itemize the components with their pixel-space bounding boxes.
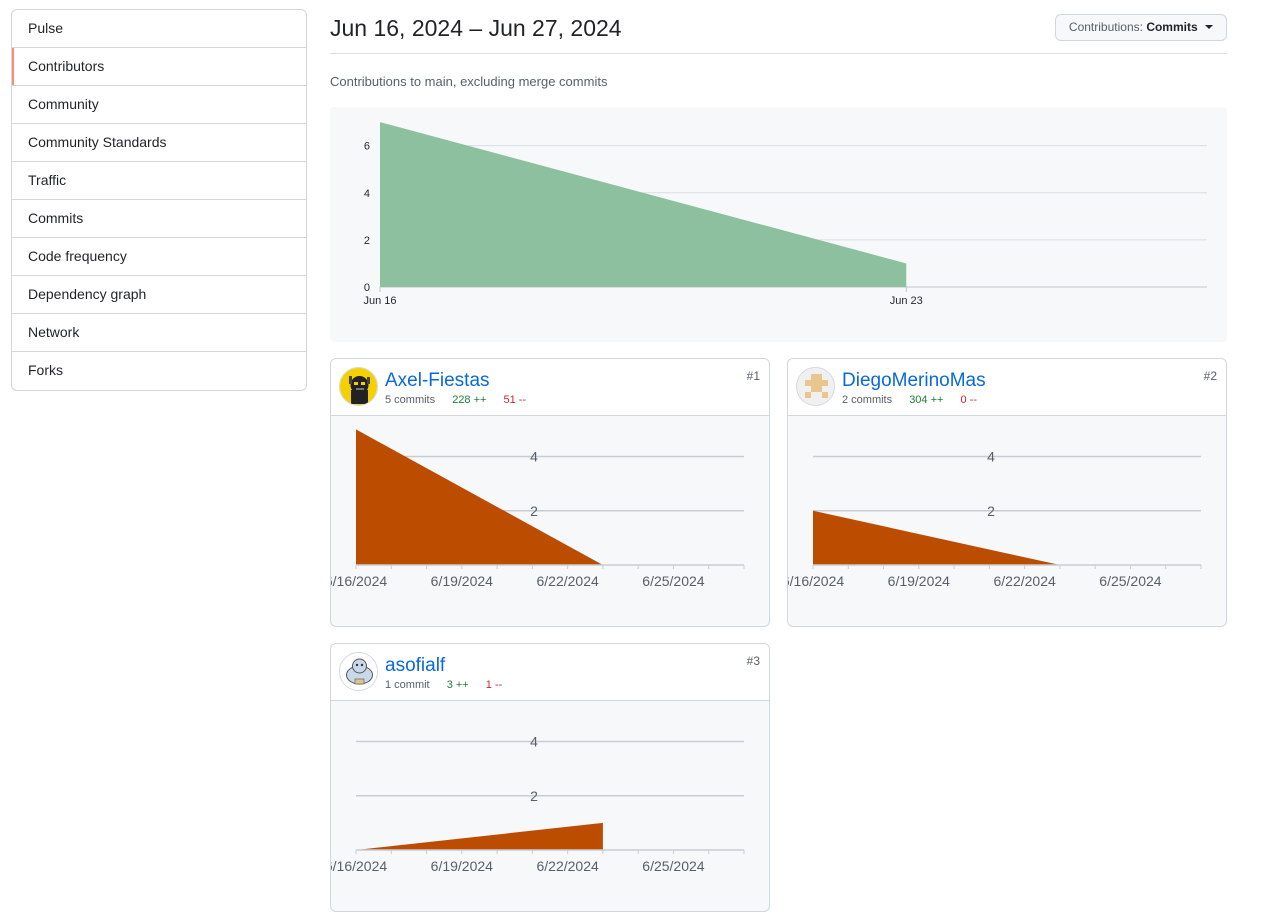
sidebar-item-dependency-graph[interactable]: Dependency graph — [12, 276, 306, 314]
x-tick-label: 6/16/2024 — [331, 858, 387, 874]
deletions-count: 1 -- — [485, 679, 503, 691]
contributors-main: Jun 16, 2024 – Jun 27, 2024 Contribution… — [330, 0, 1227, 912]
contributor-rank: #2 — [1203, 369, 1217, 383]
commit-count: 5 commits — [385, 394, 436, 406]
sidebar-item-forks[interactable]: Forks — [12, 352, 306, 390]
sidebar-item-community-standards[interactable]: Community Standards — [12, 124, 306, 162]
sidebar-item-pulse[interactable]: Pulse — [12, 10, 306, 48]
contributor-stats: 1 commit 3 ++ 1 -- — [385, 679, 502, 691]
y-tick-label: 4 — [987, 449, 995, 465]
contributor-chart: 2 4 6/16/2024 6/19/2024 6/22/2024 6/25/2024 — [331, 734, 745, 874]
x-tick-label: 6/22/2024 — [536, 858, 598, 874]
y-tick-label: 2 — [530, 503, 538, 519]
contributor-name-link[interactable]: DiegoMerinoMas — [842, 370, 986, 392]
x-tick-label: Jun 16 — [363, 295, 396, 307]
y-tick-label: 4 — [364, 188, 370, 200]
contributions-value: Commits — [1146, 20, 1198, 34]
caret-down-icon — [1205, 25, 1213, 29]
date-range-title: Jun 16, 2024 – Jun 27, 2024 — [330, 15, 622, 41]
contributor-stats: 5 commits 228 ++ 51 -- — [385, 394, 526, 406]
contributor-card-header: asofialf 1 commit 3 ++ 1 -- #3 — [331, 644, 769, 701]
additions-count: 228 ++ — [452, 394, 487, 406]
contributor-card: asofialf 1 commit 3 ++ 1 -- #3 2 4 6/16/20… — [330, 643, 770, 912]
pixel-portrait-avatar-icon[interactable] — [339, 367, 378, 406]
y-tick-label: 2 — [987, 503, 995, 519]
sidebar-item-network[interactable]: Network — [12, 314, 306, 352]
sidebar-item-traffic[interactable]: Traffic — [12, 162, 306, 200]
x-tick-label: 6/16/2024 — [788, 573, 844, 589]
insights-sidebar: Pulse Contributors Community Community S… — [11, 9, 307, 391]
contributions-label: Contributions: — [1068, 20, 1143, 34]
contributor-chart: 2 4 6/16/2024 6/19/2024 6/22/2024 6/25/2024 — [331, 429, 745, 589]
x-tick-label: 6/25/2024 — [1099, 573, 1161, 589]
contributor-card-header: DiegoMerinoMas 2 commits 304 ++ 0 -- #2 — [788, 359, 1226, 416]
contributor-card: Axel-Fiestas 5 commits 228 ++ 51 -- #1 2… — [330, 358, 770, 627]
y-tick-label: 4 — [530, 734, 538, 750]
contributor-commits-area — [356, 429, 603, 565]
chart-subtitle: Contributions to main, excluding merge c… — [330, 74, 608, 89]
sidebar-item-contributors[interactable]: Contributors — [12, 48, 306, 86]
contributor-chart: 2 4 6/16/2024 6/19/2024 6/22/2024 6/25/2024 — [788, 449, 1202, 589]
sidebar-item-commits[interactable]: Commits — [12, 200, 306, 238]
sidebar-item-code-frequency[interactable]: Code frequency — [12, 238, 306, 276]
contributions-type-dropdown[interactable]: Contributions: Commits — [1054, 14, 1227, 41]
contributor-stats: 2 commits 304 ++ 0 -- — [842, 394, 977, 406]
x-tick-label: Jun 23 — [890, 295, 923, 307]
x-tick-label: 6/25/2024 — [642, 858, 704, 874]
commit-count: 2 commits — [842, 394, 893, 406]
x-tick-label: 6/19/2024 — [431, 858, 493, 874]
y-tick-label: 0 — [364, 282, 370, 294]
y-tick-label: 4 — [530, 449, 538, 465]
contributor-commits-area — [813, 510, 1060, 565]
y-tick-label: 6 — [364, 141, 370, 153]
cartoon-avatar-icon[interactable] — [339, 652, 378, 691]
x-tick-label: 6/22/2024 — [536, 573, 598, 589]
x-tick-label: 6/16/2024 — [331, 573, 387, 589]
contributor-commits-area — [356, 822, 603, 850]
overview-chart: 0 2 4 6 Jun 16 Jun 23 — [330, 107, 1227, 342]
x-tick-label: 6/25/2024 — [642, 573, 704, 589]
x-tick-label: 6/22/2024 — [993, 573, 1055, 589]
additions-count: 3 ++ — [446, 679, 469, 691]
contributor-name-link[interactable]: Axel-Fiestas — [385, 370, 490, 392]
contributor-name-link[interactable]: asofialf — [385, 655, 445, 677]
y-tick-label: 2 — [530, 788, 538, 804]
contributor-card-header: Axel-Fiestas 5 commits 228 ++ 51 -- #1 — [331, 359, 769, 416]
sidebar-item-community[interactable]: Community — [12, 86, 306, 124]
deletions-count: 51 -- — [503, 394, 527, 406]
x-tick-label: 6/19/2024 — [888, 573, 950, 589]
identicon-avatar-icon[interactable] — [796, 367, 835, 406]
page-header: Jun 16, 2024 – Jun 27, 2024 Contribution… — [330, 0, 1227, 54]
y-tick-label: 2 — [364, 235, 370, 247]
deletions-count: 0 -- — [960, 394, 978, 406]
commit-count: 1 commit — [385, 679, 430, 691]
overview-chart-svg: 0 2 4 6 Jun 16 Jun 23 — [363, 122, 1207, 307]
x-tick-label: 6/19/2024 — [431, 573, 493, 589]
contributor-rank: #1 — [746, 369, 760, 383]
contributor-rank: #3 — [746, 654, 760, 668]
contributor-card: DiegoMerinoMas 2 commits 304 ++ 0 -- #2 … — [787, 358, 1227, 627]
commits-area — [380, 122, 907, 287]
additions-count: 304 ++ — [909, 394, 944, 406]
